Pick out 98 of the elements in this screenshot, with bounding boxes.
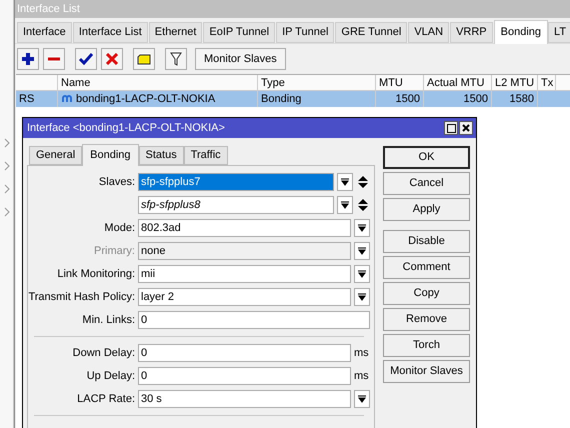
tab[interactable]: Bonding — [82, 144, 139, 166]
field-label: Mode: — [104, 222, 135, 234]
filter-icon — [170, 52, 182, 66]
cross-icon — [106, 53, 118, 65]
dialog-button[interactable]: Cancel — [383, 172, 470, 195]
table-row[interactable]: RS bonding1-LACP-OLT-NOKIA Bonding 1500 1500 1580 — [16, 91, 570, 107]
input-field[interactable]: sfp-sfpplus7 — [138, 173, 334, 191]
dropdown-button[interactable] — [337, 173, 353, 191]
input-field[interactable]: sfp-sfpplus8 — [138, 196, 334, 214]
reorder-button[interactable] — [356, 196, 370, 214]
input-field[interactable]: mii — [138, 265, 351, 283]
chevron-icon — [4, 161, 10, 171]
dialog-button[interactable]: OK — [383, 146, 470, 169]
dialog-button[interactable]: Copy — [383, 282, 470, 305]
tab[interactable]: Status — [138, 146, 184, 165]
up-down-icon — [358, 176, 368, 188]
unit-label: ms — [354, 346, 370, 361]
close-icon — [462, 124, 470, 132]
dropdown-button[interactable] — [354, 265, 370, 283]
field-label: Link Monitoring: — [57, 268, 135, 280]
input-field[interactable]: 802.3ad — [138, 219, 351, 237]
dropdown-button[interactable] — [354, 288, 370, 306]
bonding-icon — [61, 94, 73, 104]
dropdown-button[interactable] — [354, 219, 370, 237]
dialog-button[interactable]: Remove — [383, 308, 470, 331]
column-header[interactable]: MTU — [376, 75, 424, 90]
enable-button[interactable] — [75, 48, 97, 70]
tab[interactable]: Ethernet — [148, 22, 202, 43]
note-icon — [137, 54, 151, 64]
square-icon — [446, 124, 456, 132]
reorder-button[interactable] — [356, 173, 370, 191]
table-cell-text: 1580 — [510, 92, 534, 107]
input-field[interactable]: 0 — [138, 367, 351, 385]
tab[interactable]: General — [29, 146, 82, 165]
column-header[interactable]: Type — [258, 75, 376, 90]
column-header[interactable]: L2 MTU — [492, 75, 538, 90]
table-cell-text: 1500 — [396, 92, 420, 107]
tab[interactable]: GRE Tunnel — [335, 22, 408, 43]
tab[interactable]: IP Tunnel — [276, 22, 334, 43]
dropdown-icon — [358, 224, 366, 232]
column-header[interactable]: Actual MTU — [424, 75, 492, 90]
table-cell-text: bonding1-LACP-OLT-NOKIA — [76, 92, 216, 107]
dialog-button[interactable]: Monitor Slaves — [383, 360, 470, 383]
input-field[interactable]: 30 s — [138, 390, 351, 408]
tab[interactable]: VLAN — [408, 22, 450, 43]
dropdown-button[interactable] — [354, 242, 370, 260]
tab[interactable]: Traffic — [184, 146, 228, 165]
up-down-icon — [358, 199, 368, 211]
tab[interactable]: Interface List — [72, 22, 148, 43]
input-field[interactable]: 0 — [138, 311, 370, 329]
table-cell-text: 1500 — [464, 92, 488, 107]
dropdown-icon — [358, 247, 366, 255]
dialog-button[interactable]: Comment — [383, 256, 470, 279]
maximize-button[interactable] — [444, 121, 458, 135]
minus-icon — [47, 56, 61, 62]
chevron-icon — [4, 184, 10, 194]
dropdown-icon — [341, 178, 349, 186]
field-label: Transmit Hash Policy: — [28, 290, 135, 303]
field-label: Down Delay: — [72, 346, 135, 359]
add-button[interactable] — [17, 48, 39, 70]
table-cell-text: Bonding — [261, 92, 302, 107]
input-field[interactable]: 0 — [138, 344, 351, 362]
dropdown-button[interactable] — [337, 196, 353, 214]
close-button[interactable] — [459, 121, 473, 135]
dialog-button[interactable]: Disable — [383, 230, 470, 253]
column-header[interactable]: Name — [58, 75, 258, 90]
tab[interactable]: Interface — [17, 22, 72, 43]
tab[interactable]: Bonding — [494, 20, 548, 44]
column-header[interactable]: Tx — [538, 75, 556, 90]
input-field[interactable]: layer 2 — [138, 288, 351, 306]
dialog-button[interactable]: Apply — [383, 198, 470, 221]
filter-button[interactable] — [165, 48, 187, 70]
plus-icon — [21, 52, 35, 66]
dropdown-icon — [358, 395, 366, 403]
disable-button[interactable] — [101, 48, 123, 70]
dialog-button[interactable]: Torch — [383, 334, 470, 357]
tab[interactable]: LT — [548, 22, 570, 43]
remove-button[interactable] — [43, 48, 65, 70]
dropdown-icon — [358, 293, 366, 301]
unit-label: ms — [354, 368, 370, 384]
monitor-slaves-button[interactable]: Monitor Slaves — [195, 48, 286, 70]
comment-button[interactable] — [133, 48, 155, 70]
tab[interactable]: VRRP — [450, 22, 493, 43]
field-label: Up Delay: — [86, 370, 135, 382]
field-label: Min. Links: — [82, 314, 135, 326]
dropdown-icon — [358, 270, 366, 278]
field-label: LACP Rate: — [77, 392, 135, 405]
dialog-title: Interface <bonding1-LACP-OLT-NOKIA> — [27, 120, 225, 136]
checkmark-icon — [79, 53, 93, 65]
chevron-icon — [4, 138, 10, 148]
chevron-icon — [4, 207, 10, 217]
dropdown-button[interactable] — [354, 390, 370, 408]
field-label: Slaves: — [98, 176, 135, 188]
tab[interactable]: EoIP Tunnel — [203, 22, 276, 43]
field-label: Primary: — [94, 244, 135, 257]
window-title: Interface List — [15, 0, 570, 18]
table-cell-text: RS — [19, 92, 34, 107]
dropdown-icon — [341, 201, 349, 209]
